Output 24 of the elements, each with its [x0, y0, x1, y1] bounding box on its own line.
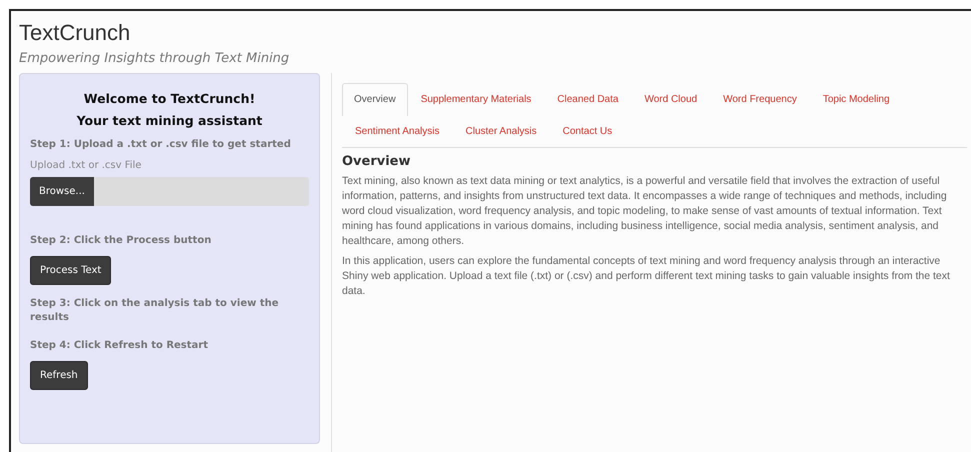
- tab[interactable]: Word Cloud: [631, 83, 710, 116]
- tab[interactable]: Sentiment Analysis: [342, 115, 452, 148]
- app-subtitle: Empowering Insights through Text Mining: [19, 51, 290, 67]
- refresh-button[interactable]: Refresh: [30, 361, 88, 390]
- tab[interactable]: Word Frequency: [710, 83, 810, 116]
- tab[interactable]: Topic Modeling: [810, 83, 903, 116]
- field-label: Upload .txt or .csv File: [30, 160, 142, 171]
- tab[interactable]: Overview: [342, 83, 408, 116]
- file-input[interactable]: Browse...: [30, 177, 309, 206]
- step-label: Step 4: Click Refresh to Restart: [30, 339, 210, 353]
- app-title: TextCrunch: [19, 20, 132, 46]
- step-label: Step 3: Click on the analysis tab to view the results: [30, 297, 280, 325]
- paragraph: In this application, users can explore the fundamental concepts of text mining and word frequency analysis through an interactive Shiny web application. Upload a text file (.txt) or (.csv) and perform different text mining tasks to gain valuable insights from the text data.: [342, 254, 951, 299]
- tab[interactable]: Supplementary Materials: [408, 83, 544, 116]
- tab[interactable]: Contact Us: [550, 115, 626, 148]
- welcome-heading: Your text mining assistant: [76, 112, 264, 130]
- tab[interactable]: Cluster Analysis: [452, 115, 550, 148]
- paragraph: Text mining, also known as text data mining or text analytics, is a powerful and versatile field that involves the extraction of useful information, patterns, and insights from unstructured text data. It encompasses a wide range of techniques and methods, including word cloud visualization, word frequency analysis, and topic modeling, to make sense of vast amounts of textual information. Text mining has found applications in various domains, including business intelligence, social media analysis, sentiment analysis, and healthcare, among others.: [342, 174, 948, 249]
- tab[interactable]: Cleaned Data: [544, 83, 632, 116]
- step-label: Step 1: Upload a .txt or .csv file to get started: [30, 138, 292, 152]
- section-heading: Overview: [342, 154, 412, 169]
- process-button[interactable]: Process Text: [30, 256, 112, 285]
- step-label: Step 2: Click the Process button: [30, 234, 212, 248]
- welcome-heading: Welcome to TextCrunch!: [82, 90, 256, 108]
